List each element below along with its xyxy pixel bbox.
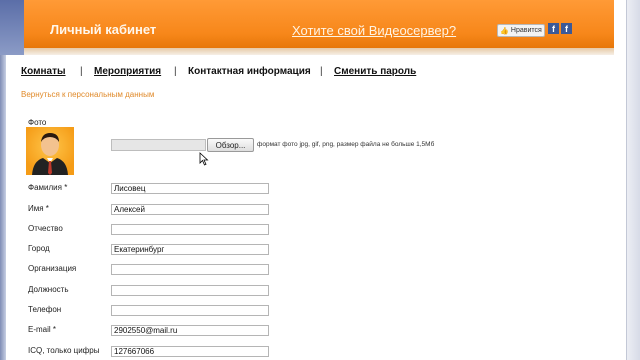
- name-field[interactable]: Алексей: [111, 204, 269, 215]
- nav-change-password[interactable]: Сменить пароль: [334, 66, 416, 77]
- email-field[interactable]: 2902550@mail.ru: [111, 325, 269, 336]
- city-label: Город: [28, 244, 50, 253]
- icq-label: ICQ, только цифры: [28, 346, 100, 355]
- user-silhouette-icon: [32, 133, 68, 175]
- photo-file-path-input[interactable]: [111, 139, 206, 151]
- organization-label: Организация: [28, 264, 77, 273]
- nav-separator: |: [320, 66, 323, 77]
- header-shadow: [24, 48, 614, 55]
- nav-rooms[interactable]: Комнаты: [21, 66, 66, 77]
- site-header: Личный кабинет Хотите свой Видеосервер? …: [24, 0, 614, 48]
- photo-label: Фото: [28, 118, 47, 127]
- surname-field[interactable]: Лисовец: [111, 183, 269, 194]
- photo-format-hint: формат фото jpg, gif, png, размер файла …: [257, 141, 435, 148]
- header-title: Личный кабинет: [50, 22, 157, 37]
- thumbs-up-icon: 👍: [500, 27, 509, 35]
- name-label: Имя *: [28, 204, 49, 213]
- position-field[interactable]: [111, 285, 269, 296]
- patronymic-label: Отчество: [28, 224, 63, 233]
- avatar: [26, 127, 74, 175]
- back-to-personal-data-link[interactable]: Вернуться к персональным данным: [21, 90, 154, 99]
- mouse-cursor-icon: [199, 152, 209, 166]
- like-label: Нравится: [510, 27, 542, 34]
- window-right-scroll-edge: [626, 0, 640, 360]
- email-label: E-mail *: [28, 325, 57, 334]
- organization-field[interactable]: [111, 264, 269, 275]
- window-left-top-edge: [0, 0, 24, 55]
- nav-separator: |: [80, 66, 83, 77]
- phone-label: Телефон: [28, 305, 62, 314]
- like-button[interactable]: 👍 Нравится: [497, 24, 545, 37]
- nav-separator: |: [174, 66, 177, 77]
- patronymic-field[interactable]: [111, 224, 269, 235]
- nav-events[interactable]: Мероприятия: [94, 66, 161, 77]
- position-label: Должность: [28, 285, 69, 294]
- icq-field[interactable]: 127667066: [111, 346, 269, 357]
- facebook-share-icon[interactable]: f: [561, 23, 572, 34]
- surname-label: Фамилия *: [28, 183, 68, 192]
- city-field[interactable]: Екатеринбург: [111, 244, 269, 255]
- facebook-icon[interactable]: f: [548, 23, 559, 34]
- phone-field[interactable]: [111, 305, 269, 316]
- browse-button[interactable]: Обзор...: [207, 138, 254, 152]
- nav-contact-info: Контактная информация: [188, 66, 311, 77]
- videoserver-promo-link[interactable]: Хотите свой Видеосервер?: [292, 23, 456, 38]
